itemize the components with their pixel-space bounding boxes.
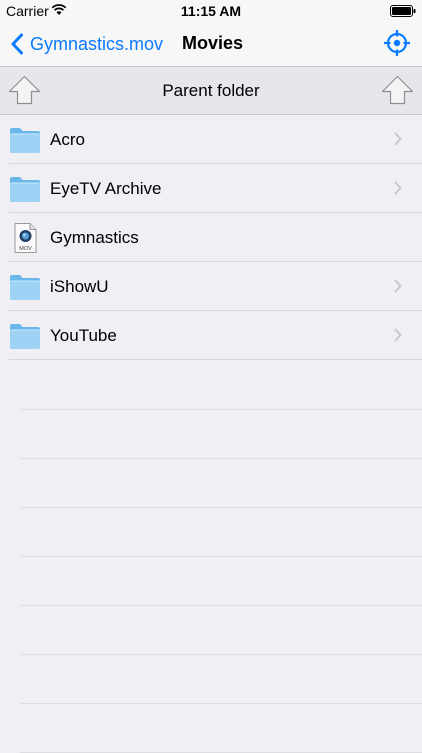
file-name: YouTube bbox=[50, 326, 117, 345]
list-item-ishowu[interactable]: iShowU bbox=[0, 262, 422, 311]
empty-row-divider bbox=[0, 410, 422, 459]
file-list: Acro EyeTV Archive MOV Gymnastics iShowU… bbox=[0, 115, 422, 360]
file-name: EyeTV Archive bbox=[50, 179, 162, 198]
navigation-bar: Gymnastics.mov Movies bbox=[0, 22, 422, 67]
list-item-youtube[interactable]: YouTube bbox=[0, 311, 422, 360]
empty-row-divider bbox=[0, 361, 422, 410]
mov-file-icon: MOV bbox=[14, 223, 37, 253]
empty-row-divider bbox=[0, 704, 422, 753]
parent-folder-label: Parent folder bbox=[162, 81, 260, 100]
chevron-left-icon bbox=[11, 33, 23, 55]
file-name: Gymnastics bbox=[50, 228, 139, 247]
folder-icon bbox=[10, 177, 40, 202]
list-item-gymnastics[interactable]: MOV Gymnastics bbox=[0, 213, 422, 262]
back-button-label: Gymnastics.mov bbox=[30, 33, 164, 54]
empty-row-divider bbox=[0, 459, 422, 508]
status-bar: Carrier 11:15 AM bbox=[0, 0, 422, 22]
status-time: 11:15 AM bbox=[180, 3, 242, 19]
folder-icon bbox=[10, 128, 40, 153]
chevron-right-icon bbox=[394, 328, 402, 342]
chevron-right-icon bbox=[394, 181, 402, 195]
crosshair-locate-icon[interactable] bbox=[382, 28, 412, 58]
page-title: Movies bbox=[182, 33, 244, 53]
chevron-right-icon bbox=[394, 279, 402, 293]
empty-row-divider bbox=[0, 606, 422, 655]
empty-row-divider bbox=[0, 508, 422, 557]
list-item-acro[interactable]: Acro bbox=[0, 115, 422, 164]
folder-icon bbox=[10, 275, 40, 300]
empty-row-divider bbox=[0, 655, 422, 704]
up-arrow-icon bbox=[381, 75, 414, 105]
back-button[interactable]: Gymnastics.mov bbox=[10, 30, 163, 58]
folder-icon bbox=[10, 324, 40, 349]
empty-rows bbox=[0, 361, 422, 753]
mov-badge-text: MOV bbox=[19, 246, 32, 252]
empty-row-divider bbox=[0, 557, 422, 606]
file-name: Acro bbox=[50, 130, 85, 149]
parent-folder-row[interactable]: Parent folder bbox=[0, 67, 422, 115]
chevron-right-icon bbox=[394, 132, 402, 146]
battery-icon bbox=[390, 5, 416, 17]
file-name: iShowU bbox=[50, 277, 109, 296]
list-item-eyetv-archive[interactable]: EyeTV Archive bbox=[0, 164, 422, 213]
